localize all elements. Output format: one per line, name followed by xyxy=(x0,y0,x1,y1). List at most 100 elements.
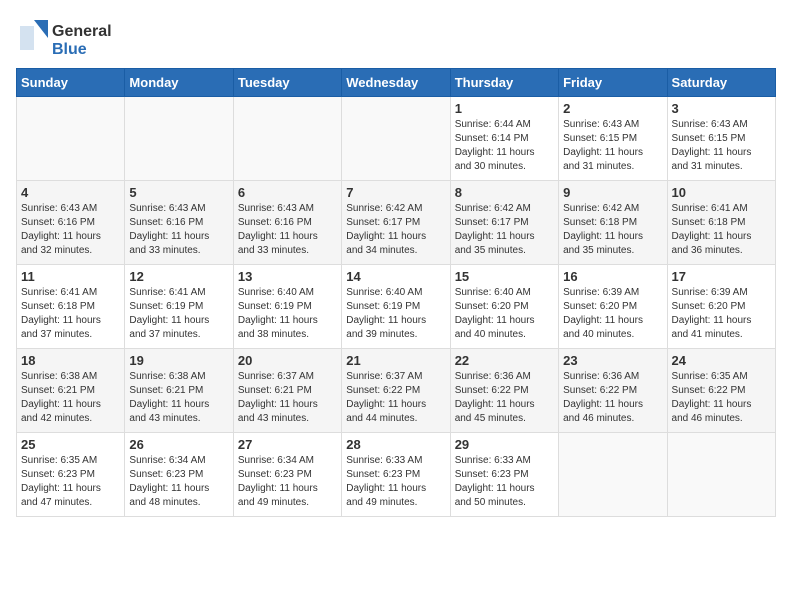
day-info: Sunrise: 6:37 AM Sunset: 6:21 PM Dayligh… xyxy=(238,370,337,426)
calendar-cell: 14Sunrise: 6:40 AM Sunset: 6:19 PM Dayli… xyxy=(342,265,450,349)
weekday-header-monday: Monday xyxy=(125,69,233,97)
week-row-0: 1 Sunrise: 6:44 AM Sunset: 6:14 PM Daylig… xyxy=(17,97,776,181)
day-number: 29 xyxy=(455,437,554,452)
day-number: 20 xyxy=(238,353,337,368)
day-number: 16 xyxy=(563,269,662,284)
day-number: 15 xyxy=(455,269,554,284)
calendar-cell: 19 Sunrise: 6:38 AM Sunset: 6:21 PM Dayli… xyxy=(125,349,233,433)
calendar-cell: 26 Sunrise: 6:34 AM Sunset: 6:23 PM Dayli… xyxy=(125,433,233,517)
calendar-body: 1 Sunrise: 6:44 AM Sunset: 6:14 PM Daylig… xyxy=(17,97,776,517)
calendar-cell: 6 Sunrise: 6:43 AM Sunset: 6:16 PM Daylig… xyxy=(233,181,341,265)
day-info: Sunrise: 6:33 AM Sunset: 6:23 PM Dayligh… xyxy=(346,454,445,510)
calendar-cell: 11 Sunrise: 6:41 AM Sunset: 6:18 PM Dayli… xyxy=(17,265,125,349)
day-number: 17 xyxy=(672,269,771,284)
calendar-cell: 27 Sunrise: 6:34 AM Sunset: 6:23 PM Dayli… xyxy=(233,433,341,517)
weekday-header-row: SundayMondayTuesdayWednesdayThursdayFrid… xyxy=(17,69,776,97)
day-number: 27 xyxy=(238,437,337,452)
day-info: Sunrise: 6:43 AM Sunset: 6:16 PM Dayligh… xyxy=(129,202,228,258)
day-info: Sunrise: 6:43 AM Sunset: 6:16 PM Dayligh… xyxy=(21,202,120,258)
calendar-cell xyxy=(125,97,233,181)
day-number: 24 xyxy=(672,353,771,368)
day-info: Sunrise: 6:44 AM Sunset: 6:14 PM Dayligh… xyxy=(455,118,554,174)
day-info: Sunrise: 6:35 AM Sunset: 6:22 PM Dayligh… xyxy=(672,370,771,426)
calendar-cell: 16 Sunrise: 6:39 AM Sunset: 6:20 PM Dayli… xyxy=(559,265,667,349)
calendar-cell: 7Sunrise: 6:42 AM Sunset: 6:17 PM Daylig… xyxy=(342,181,450,265)
day-info: Sunrise: 6:36 AM Sunset: 6:22 PM Dayligh… xyxy=(563,370,662,426)
day-number: 5 xyxy=(129,185,228,200)
calendar-cell: 5 Sunrise: 6:43 AM Sunset: 6:16 PM Daylig… xyxy=(125,181,233,265)
calendar-cell xyxy=(342,97,450,181)
calendar-cell: 15 Sunrise: 6:40 AM Sunset: 6:20 PM Dayli… xyxy=(450,265,558,349)
calendar-cell: 22 Sunrise: 6:36 AM Sunset: 6:22 PM Dayli… xyxy=(450,349,558,433)
day-number: 9 xyxy=(563,185,662,200)
day-info: Sunrise: 6:39 AM Sunset: 6:20 PM Dayligh… xyxy=(672,286,771,342)
page-header: General Blue xyxy=(16,16,776,60)
calendar-cell: 8Sunrise: 6:42 AM Sunset: 6:17 PM Daylig… xyxy=(450,181,558,265)
day-info: Sunrise: 6:34 AM Sunset: 6:23 PM Dayligh… xyxy=(238,454,337,510)
calendar-cell: 2 Sunrise: 6:43 AM Sunset: 6:15 PM Daylig… xyxy=(559,97,667,181)
calendar-cell: 21 Sunrise: 6:37 AM Sunset: 6:22 PM Dayli… xyxy=(342,349,450,433)
week-row-1: 4Sunrise: 6:43 AM Sunset: 6:16 PM Daylig… xyxy=(17,181,776,265)
day-number: 10 xyxy=(672,185,771,200)
day-number: 11 xyxy=(21,269,120,284)
weekday-header-saturday: Saturday xyxy=(667,69,775,97)
svg-text:Blue: Blue xyxy=(52,41,87,58)
calendar-cell: 18 Sunrise: 6:38 AM Sunset: 6:21 PM Dayli… xyxy=(17,349,125,433)
day-info: Sunrise: 6:39 AM Sunset: 6:20 PM Dayligh… xyxy=(563,286,662,342)
week-row-4: 25 Sunrise: 6:35 AM Sunset: 6:23 PM Dayli… xyxy=(17,433,776,517)
day-info: Sunrise: 6:41 AM Sunset: 6:18 PM Dayligh… xyxy=(21,286,120,342)
day-info: Sunrise: 6:43 AM Sunset: 6:15 PM Dayligh… xyxy=(563,118,662,174)
day-number: 13 xyxy=(238,269,337,284)
calendar-cell xyxy=(17,97,125,181)
day-info: Sunrise: 6:34 AM Sunset: 6:23 PM Dayligh… xyxy=(129,454,228,510)
calendar-cell: 29 Sunrise: 6:33 AM Sunset: 6:23 PM Dayli… xyxy=(450,433,558,517)
day-number: 21 xyxy=(346,353,445,368)
week-row-3: 18 Sunrise: 6:38 AM Sunset: 6:21 PM Dayli… xyxy=(17,349,776,433)
calendar-table: SundayMondayTuesdayWednesdayThursdayFrid… xyxy=(16,68,776,517)
weekday-header-sunday: Sunday xyxy=(17,69,125,97)
day-info: Sunrise: 6:33 AM Sunset: 6:23 PM Dayligh… xyxy=(455,454,554,510)
day-info: Sunrise: 6:36 AM Sunset: 6:22 PM Dayligh… xyxy=(455,370,554,426)
day-number: 19 xyxy=(129,353,228,368)
day-info: Sunrise: 6:41 AM Sunset: 6:19 PM Dayligh… xyxy=(129,286,228,342)
calendar-cell xyxy=(667,433,775,517)
day-number: 6 xyxy=(238,185,337,200)
day-number: 18 xyxy=(21,353,120,368)
calendar-cell: 1 Sunrise: 6:44 AM Sunset: 6:14 PM Daylig… xyxy=(450,97,558,181)
calendar-cell: 9Sunrise: 6:42 AM Sunset: 6:18 PM Daylig… xyxy=(559,181,667,265)
weekday-header-tuesday: Tuesday xyxy=(233,69,341,97)
calendar-cell: 10 Sunrise: 6:41 AM Sunset: 6:18 PM Dayli… xyxy=(667,181,775,265)
day-info: Sunrise: 6:37 AM Sunset: 6:22 PM Dayligh… xyxy=(346,370,445,426)
day-info: Sunrise: 6:38 AM Sunset: 6:21 PM Dayligh… xyxy=(129,370,228,426)
day-number: 25 xyxy=(21,437,120,452)
calendar-cell: 17 Sunrise: 6:39 AM Sunset: 6:20 PM Dayli… xyxy=(667,265,775,349)
day-number: 26 xyxy=(129,437,228,452)
day-info: Sunrise: 6:40 AM Sunset: 6:19 PM Dayligh… xyxy=(238,286,337,342)
calendar-cell: 4Sunrise: 6:43 AM Sunset: 6:16 PM Daylig… xyxy=(17,181,125,265)
day-info: Sunrise: 6:35 AM Sunset: 6:23 PM Dayligh… xyxy=(21,454,120,510)
day-number: 3 xyxy=(672,101,771,116)
day-number: 2 xyxy=(563,101,662,116)
day-info: Sunrise: 6:40 AM Sunset: 6:20 PM Dayligh… xyxy=(455,286,554,342)
logo-svg: General Blue xyxy=(16,16,136,60)
day-number: 28 xyxy=(346,437,445,452)
weekday-header-thursday: Thursday xyxy=(450,69,558,97)
day-number: 1 xyxy=(455,101,554,116)
day-info: Sunrise: 6:43 AM Sunset: 6:16 PM Dayligh… xyxy=(238,202,337,258)
calendar-cell: 25 Sunrise: 6:35 AM Sunset: 6:23 PM Dayli… xyxy=(17,433,125,517)
day-info: Sunrise: 6:38 AM Sunset: 6:21 PM Dayligh… xyxy=(21,370,120,426)
day-number: 7 xyxy=(346,185,445,200)
svg-text:General: General xyxy=(52,23,112,40)
day-number: 12 xyxy=(129,269,228,284)
day-number: 23 xyxy=(563,353,662,368)
calendar-cell: 13 Sunrise: 6:40 AM Sunset: 6:19 PM Dayli… xyxy=(233,265,341,349)
day-info: Sunrise: 6:41 AM Sunset: 6:18 PM Dayligh… xyxy=(672,202,771,258)
day-info: Sunrise: 6:43 AM Sunset: 6:15 PM Dayligh… xyxy=(672,118,771,174)
calendar-cell xyxy=(559,433,667,517)
logo: General Blue xyxy=(16,16,136,60)
day-number: 8 xyxy=(455,185,554,200)
calendar-cell: 24 Sunrise: 6:35 AM Sunset: 6:22 PM Dayli… xyxy=(667,349,775,433)
day-number: 22 xyxy=(455,353,554,368)
day-number: 14 xyxy=(346,269,445,284)
calendar-cell xyxy=(233,97,341,181)
